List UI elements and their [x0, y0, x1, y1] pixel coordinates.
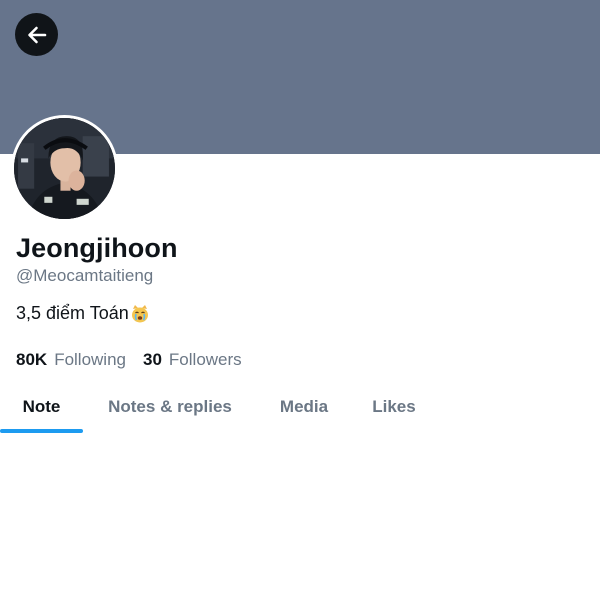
followers-count: 30: [143, 350, 162, 369]
tab-media[interactable]: Media: [262, 382, 346, 431]
follow-stats: 80K Following 30 Followers: [16, 350, 242, 370]
crying-cat-emoji-icon: [130, 304, 150, 324]
tab-note[interactable]: Note: [0, 382, 83, 431]
avatar[interactable]: [11, 115, 118, 222]
followers-link[interactable]: 30 Followers: [143, 350, 242, 370]
display-name: Jeongjihoon: [16, 233, 178, 263]
tab-likes[interactable]: Likes: [354, 382, 434, 431]
arrow-left-icon: [27, 26, 46, 43]
profile-page: Jeongjihoon @Meocamtaitieng 3,5 điểm Toá…: [0, 0, 600, 600]
bio-text: 3,5 điểm Toán: [16, 303, 129, 323]
avatar-photo: [14, 118, 115, 219]
profile-tabs: Note Notes & replies Media Likes: [0, 382, 600, 434]
following-link[interactable]: 80K Following: [16, 350, 126, 370]
user-handle: @Meocamtaitieng: [16, 266, 154, 285]
back-button[interactable]: [15, 13, 58, 56]
tab-notes-and-replies[interactable]: Notes & replies: [90, 382, 250, 431]
bio: 3,5 điểm Toán: [16, 303, 150, 324]
following-count: 80K: [16, 350, 48, 369]
followers-label: Followers: [168, 350, 242, 369]
active-tab-indicator: [0, 429, 83, 433]
following-label: Following: [54, 350, 126, 369]
